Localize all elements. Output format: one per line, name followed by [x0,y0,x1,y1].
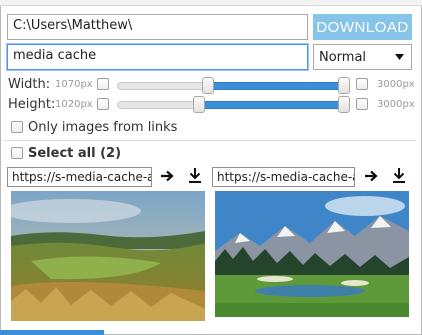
select-all-checkbox[interactable] [11,147,23,159]
image-url-input[interactable]: https://s-media-cache-ak [212,167,355,187]
width-slider-min-handle[interactable] [201,77,214,94]
chevron-down-icon [395,54,404,60]
download-icon[interactable] [392,167,406,183]
image-thumbnail[interactable] [215,191,409,317]
height-min-checkbox[interactable] [97,98,109,110]
select-all-label: Select all (2) [28,146,122,161]
image-thumbnail[interactable] [11,191,205,321]
links-only-checkbox[interactable] [11,121,23,133]
height-slider-max-handle[interactable] [338,96,350,113]
folder-input[interactable]: C:\Users\Matthew\ [7,14,308,40]
height-slider-fill [198,101,344,109]
mode-select-value: Normal [319,49,367,65]
height-min-value: 1020px [55,99,93,110]
image-url-input[interactable]: https://s-media-cache-ak [7,167,152,187]
mode-select[interactable]: Normal [313,44,412,70]
golf-course-mountains-image [215,191,409,317]
height-max-value: 3000px [377,99,415,110]
links-only-label: Only images from links [28,120,178,135]
width-min-checkbox[interactable] [97,78,109,90]
golf-course-grass-image [11,191,205,321]
open-arrow-icon[interactable] [160,169,174,183]
divider [4,140,416,141]
progress-bar [0,330,104,335]
width-min-value: 1070px [55,79,93,90]
width-slider-fill [207,82,344,90]
search-input[interactable]: media cache [7,44,308,70]
width-max-value: 3000px [377,79,415,90]
download-icon[interactable] [188,167,202,183]
height-slider[interactable] [117,96,350,113]
width-max-checkbox[interactable] [356,78,368,90]
open-arrow-icon[interactable] [364,169,378,183]
height-max-checkbox[interactable] [356,98,368,110]
height-label: Height: [8,97,56,112]
download-button[interactable]: DOWNLOAD [313,14,412,40]
width-slider[interactable] [117,77,350,94]
popup-top-edge [0,0,422,6]
height-slider-min-handle[interactable] [192,96,205,113]
width-label: Width: [8,77,51,92]
width-slider-max-handle[interactable] [338,77,350,94]
